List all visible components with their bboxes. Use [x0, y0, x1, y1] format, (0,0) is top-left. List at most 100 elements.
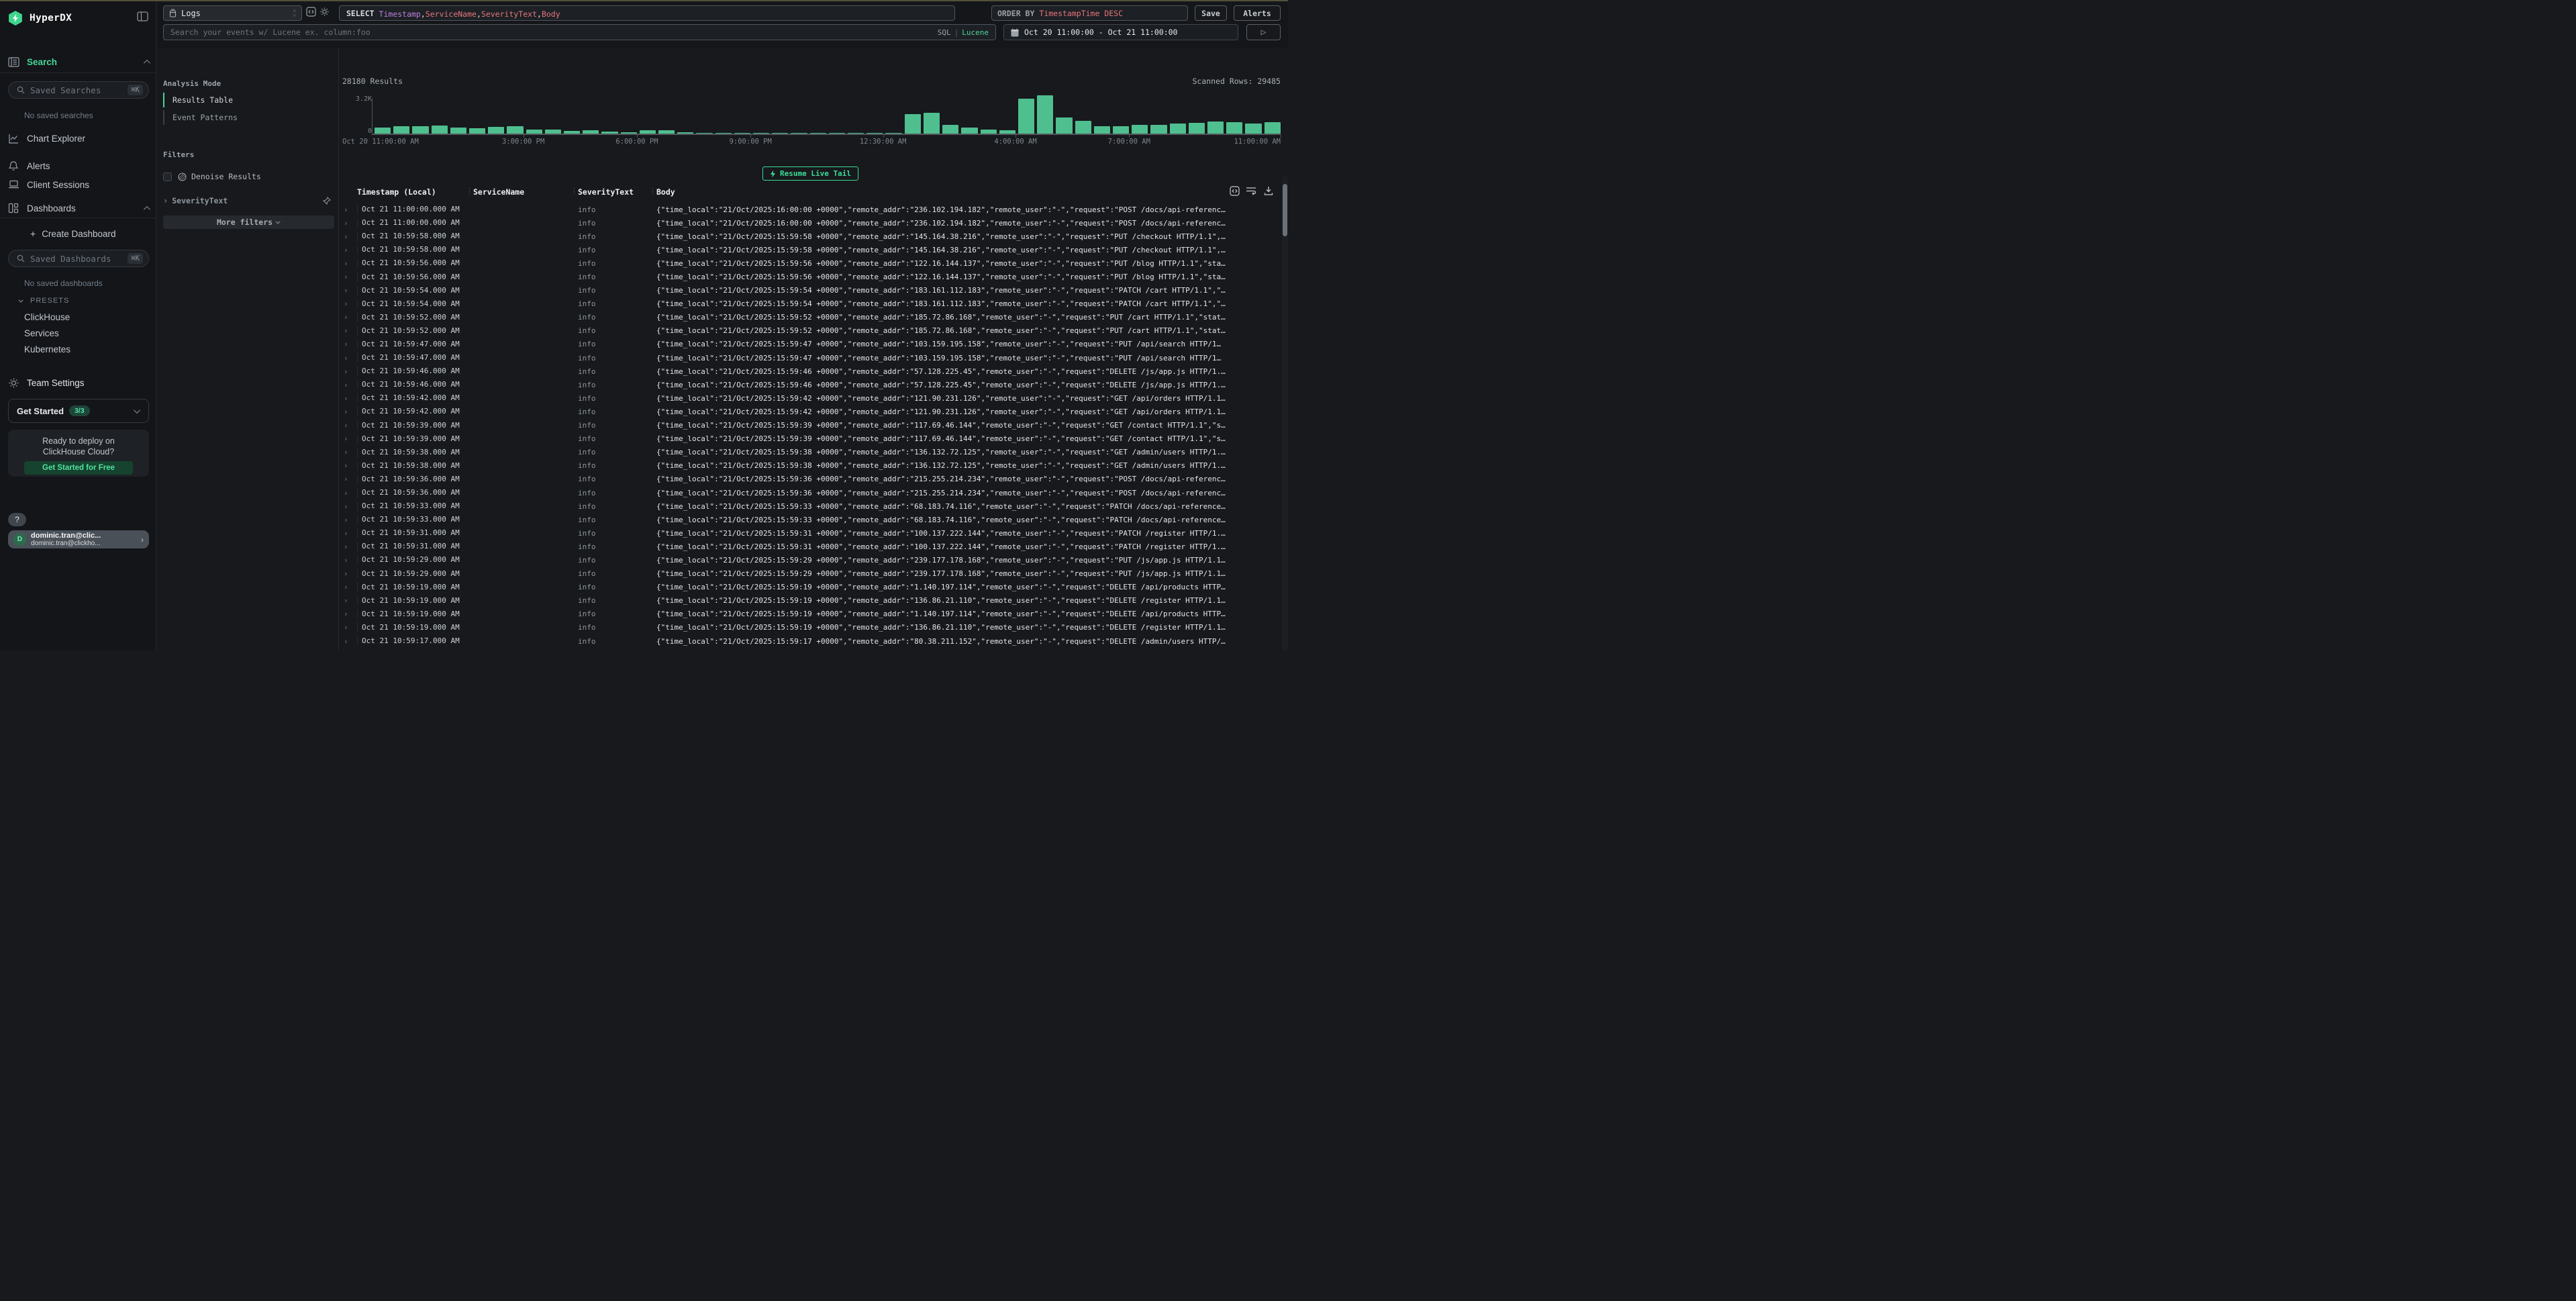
alerts-button[interactable]: Alerts — [1234, 5, 1281, 21]
histogram-bar[interactable] — [1265, 122, 1281, 134]
order-by-input[interactable]: ORDER BY TimestampTime DESC — [991, 5, 1188, 21]
histogram-bar[interactable] — [393, 126, 409, 134]
wrap-lines-icon[interactable] — [1246, 186, 1256, 195]
histogram-bar[interactable] — [432, 126, 448, 134]
log-row[interactable]: ›Oct 21 11:00:00.000 AMinfo{"time_local"… — [340, 216, 1281, 230]
expand-row-icon[interactable]: › — [344, 448, 348, 456]
log-row[interactable]: ›Oct 21 10:59:33.000 AMinfo{"time_local"… — [340, 499, 1281, 513]
histogram-bar[interactable] — [469, 128, 485, 134]
denoise-results-filter[interactable]: Denoise Results — [163, 172, 261, 181]
create-dashboard-button[interactable]: + Create Dashboard — [0, 226, 156, 242]
col-header-timestamp[interactable]: Timestamp (Local) — [357, 187, 436, 197]
log-row[interactable]: ›Oct 21 10:59:39.000 AMinfo{"time_local"… — [340, 432, 1281, 446]
logo[interactable]: HyperDX — [8, 9, 148, 27]
preset-clickhouse[interactable]: ClickHouse — [0, 309, 156, 324]
severity-filter-group[interactable]: › SeverityText — [163, 196, 331, 205]
help-button[interactable]: ? — [8, 513, 26, 526]
log-row[interactable]: ›Oct 21 10:59:29.000 AMinfo{"time_local"… — [340, 567, 1281, 581]
histogram-bar[interactable] — [488, 127, 504, 134]
sidebar-item-client-sessions[interactable]: Client Sessions — [0, 177, 156, 193]
expand-row-icon[interactable]: › — [344, 502, 348, 511]
log-row[interactable]: ›Oct 21 10:59:42.000 AMinfo{"time_local"… — [340, 391, 1281, 405]
expand-row-icon[interactable]: › — [344, 623, 348, 632]
histogram-bar[interactable] — [1113, 126, 1129, 134]
sql-option[interactable]: SQL — [938, 28, 951, 37]
analysis-mode-event-patterns[interactable]: Event Patterns — [163, 109, 331, 126]
histogram-bar[interactable] — [905, 114, 921, 134]
histogram-bar[interactable] — [1207, 122, 1224, 134]
histogram-bar[interactable] — [961, 128, 977, 134]
log-row[interactable]: ›Oct 21 10:59:56.000 AMinfo{"time_local"… — [340, 256, 1281, 270]
log-row[interactable]: ›Oct 21 10:59:29.000 AMinfo{"time_local"… — [340, 553, 1281, 567]
histogram-bar[interactable] — [1075, 121, 1091, 134]
histogram-bar[interactable] — [942, 125, 958, 134]
expand-row-icon[interactable]: › — [344, 516, 348, 524]
sidebar-item-search[interactable]: Search — [0, 54, 156, 70]
histogram-bar[interactable] — [1037, 95, 1053, 134]
log-row[interactable]: ›Oct 21 10:59:58.000 AMinfo{"time_local"… — [340, 243, 1281, 256]
download-icon[interactable] — [1264, 186, 1273, 196]
expand-row-icon[interactable]: › — [344, 246, 348, 254]
log-row[interactable]: ›Oct 21 10:59:19.000 AMinfo{"time_local"… — [340, 581, 1281, 594]
expand-row-icon[interactable]: › — [344, 326, 348, 335]
log-row[interactable]: ›Oct 21 10:59:52.000 AMinfo{"time_local"… — [340, 311, 1281, 324]
user-menu[interactable]: D dominic.tran@clic... dominic.tran@clic… — [8, 530, 149, 548]
expand-row-icon[interactable]: › — [344, 219, 348, 228]
expand-row-icon[interactable]: › — [344, 273, 348, 281]
saved-searches-input[interactable]: Saved Searches ⌘K — [8, 81, 149, 99]
expand-row-icon[interactable]: › — [344, 259, 348, 268]
histogram-bar[interactable] — [1226, 122, 1242, 134]
log-row[interactable]: ›Oct 21 10:59:17.000 AMinfo{"time_local"… — [340, 648, 1281, 650]
histogram-bar[interactable] — [1245, 124, 1261, 134]
sidebar-item-chart-explorer[interactable]: Chart Explorer — [0, 130, 156, 146]
log-row[interactable]: ›Oct 21 10:59:47.000 AMinfo{"time_local"… — [340, 351, 1281, 365]
histogram-bar[interactable] — [375, 128, 391, 134]
log-row[interactable]: ›Oct 21 10:59:38.000 AMinfo{"time_local"… — [340, 459, 1281, 473]
expand-row-icon[interactable]: › — [344, 542, 348, 551]
log-row[interactable]: ›Oct 21 10:59:36.000 AMinfo{"time_local"… — [340, 473, 1281, 486]
expand-row-icon[interactable]: › — [344, 610, 348, 618]
expand-row-icon[interactable]: › — [344, 461, 348, 470]
run-query-button[interactable]: ▷ — [1246, 24, 1281, 40]
log-row[interactable]: ›Oct 21 10:59:56.000 AMinfo{"time_local"… — [340, 270, 1281, 283]
expand-row-icon[interactable]: › — [344, 434, 348, 443]
sidebar-item-alerts[interactable]: Alerts — [0, 158, 156, 174]
histogram-bar[interactable] — [1189, 123, 1205, 134]
expand-row-icon[interactable]: › — [344, 529, 348, 538]
histogram-bar[interactable] — [1094, 126, 1110, 134]
histogram-bar[interactable] — [1150, 125, 1167, 134]
expand-row-icon[interactable]: › — [344, 299, 348, 308]
log-row[interactable]: ›Oct 21 10:59:31.000 AMinfo{"time_local"… — [340, 526, 1281, 540]
log-row[interactable]: ›Oct 21 10:59:54.000 AMinfo{"time_local"… — [340, 297, 1281, 311]
expand-row-icon[interactable]: › — [344, 407, 348, 416]
expand-row-icon[interactable]: › — [344, 596, 348, 605]
sidebar-item-dashboards[interactable]: Dashboards — [0, 200, 156, 216]
preset-services[interactable]: Services — [0, 326, 156, 340]
resume-live-tail-button[interactable]: Resume Live Tail — [762, 166, 858, 181]
analysis-mode-results-table[interactable]: Results Table — [163, 91, 331, 109]
select-columns-input[interactable]: SELECT Timestamp,ServiceName,SeverityTex… — [339, 5, 955, 21]
expand-row-icon[interactable]: › — [344, 637, 348, 646]
histogram-bar[interactable] — [1056, 117, 1072, 134]
pin-icon[interactable] — [323, 197, 331, 205]
log-row[interactable]: ›Oct 21 10:59:47.000 AMinfo{"time_local"… — [340, 338, 1281, 351]
expand-row-icon[interactable]: › — [344, 205, 348, 214]
expand-row-icon[interactable]: › — [344, 569, 348, 578]
date-range-picker[interactable]: Oct 20 11:00:00 - Oct 21 11:00:00 — [1003, 24, 1238, 40]
log-row[interactable]: ›Oct 21 10:59:31.000 AMinfo{"time_local"… — [340, 540, 1281, 553]
histogram-bar[interactable] — [1170, 124, 1186, 134]
expand-row-icon[interactable]: › — [344, 286, 348, 295]
histogram-bar[interactable] — [924, 113, 940, 134]
log-row[interactable]: ›Oct 21 10:59:39.000 AMinfo{"time_local"… — [340, 419, 1281, 432]
log-row[interactable]: ›Oct 21 10:59:42.000 AMinfo{"time_local"… — [340, 405, 1281, 418]
expand-row-icon[interactable]: › — [344, 232, 348, 241]
log-row[interactable]: ›Oct 21 10:59:54.000 AMinfo{"time_local"… — [340, 284, 1281, 297]
expand-row-icon[interactable]: › — [344, 340, 348, 348]
expand-row-icon[interactable]: › — [344, 556, 348, 565]
more-filters-button[interactable]: More filters — [163, 215, 334, 229]
save-button[interactable]: Save — [1195, 5, 1227, 21]
log-row[interactable]: ›Oct 21 10:59:33.000 AMinfo{"time_local"… — [340, 513, 1281, 526]
histogram-bar[interactable] — [507, 126, 523, 134]
expand-row-icon[interactable]: › — [344, 313, 348, 322]
expand-row-icon[interactable]: › — [344, 475, 348, 483]
